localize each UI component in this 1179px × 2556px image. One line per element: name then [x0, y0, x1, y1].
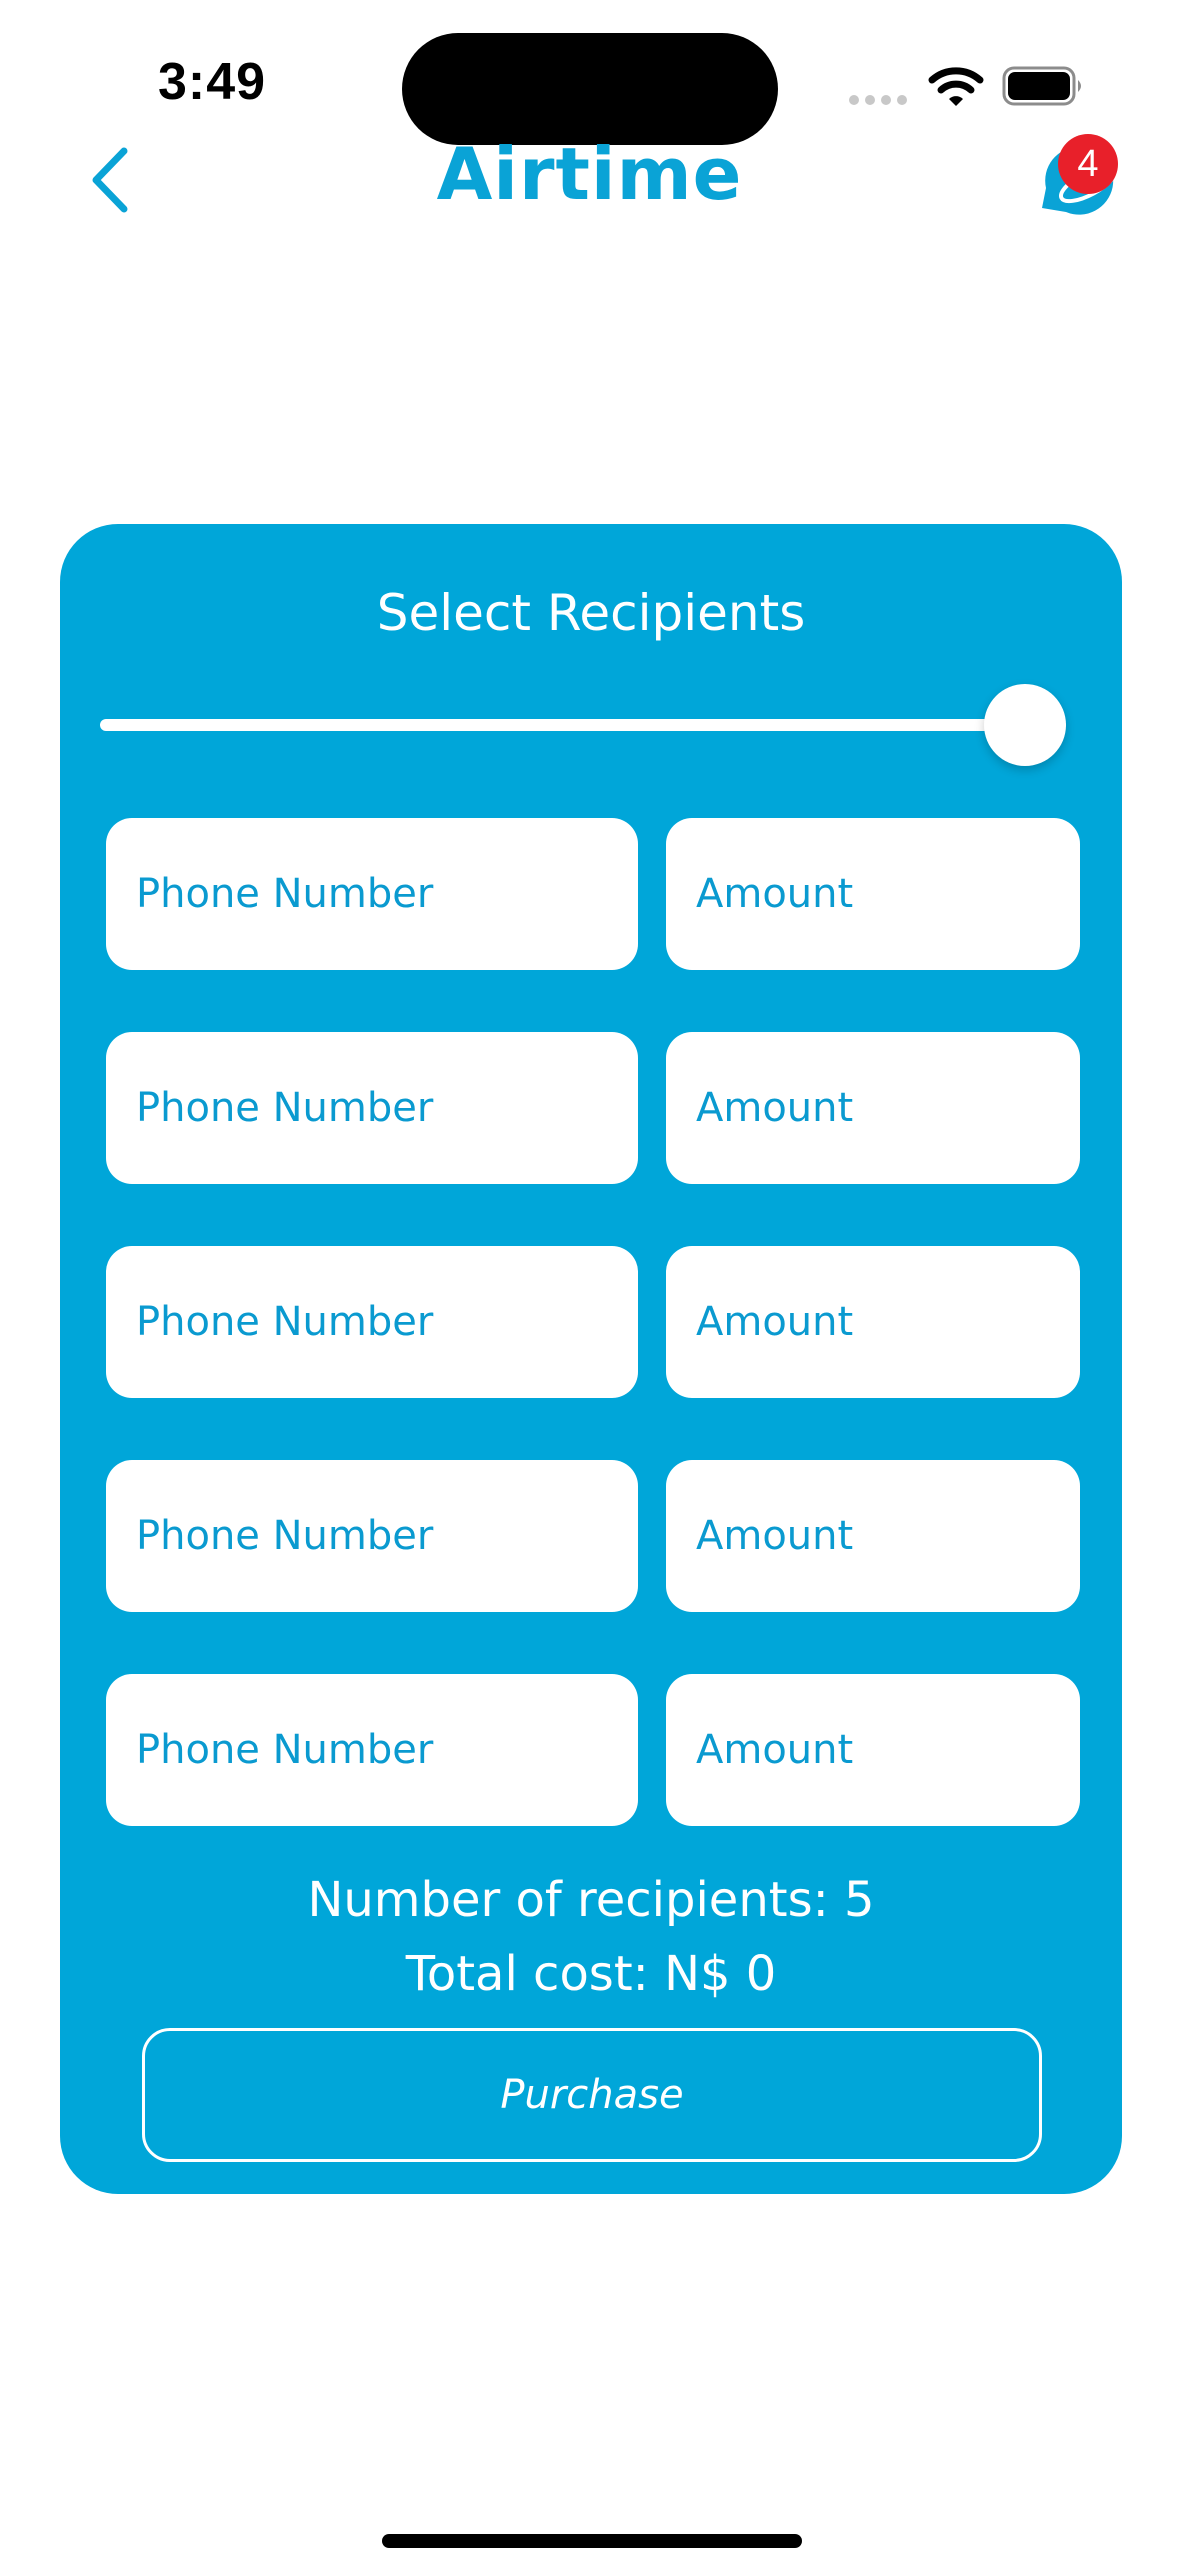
slider-track — [100, 719, 1066, 731]
recipients-count-text: Number of recipients: 5 — [307, 1872, 875, 1928]
recipient-row: Phone Number Amount — [106, 818, 1080, 970]
recipient-row: Phone Number Amount — [106, 1460, 1080, 1612]
notification-count-badge: 4 — [1058, 134, 1118, 194]
home-indicator — [382, 2534, 802, 2548]
recipients-slider[interactable] — [100, 684, 1066, 766]
amount-input[interactable]: Amount — [666, 818, 1080, 970]
recipient-row: Phone Number Amount — [106, 1246, 1080, 1398]
recipient-row: Phone Number Amount — [106, 1674, 1080, 1826]
cellular-signal-icon — [849, 95, 907, 105]
recipient-rows: Phone Number Amount Phone Number Amount … — [106, 818, 1080, 1888]
page-title: Airtime — [436, 132, 743, 216]
amount-input[interactable]: Amount — [666, 1460, 1080, 1612]
status-time: 3:49 — [158, 53, 267, 111]
amount-input[interactable]: Amount — [666, 1032, 1080, 1184]
wifi-icon — [928, 67, 984, 106]
dynamic-island — [402, 33, 778, 145]
amount-input[interactable]: Amount — [666, 1246, 1080, 1398]
amount-input[interactable]: Amount — [666, 1674, 1080, 1826]
total-cost-text: Total cost: N$ 0 — [405, 1946, 777, 2002]
purchase-button[interactable]: Purchase — [142, 2028, 1042, 2162]
recipients-card: Select Recipients Phone Number Amount Ph… — [60, 524, 1122, 2194]
phone-number-input[interactable]: Phone Number — [106, 1460, 638, 1612]
phone-number-input[interactable]: Phone Number — [106, 1032, 638, 1184]
phone-number-input[interactable]: Phone Number — [106, 1246, 638, 1398]
phone-number-input[interactable]: Phone Number — [106, 1674, 638, 1826]
recipient-row: Phone Number Amount — [106, 1032, 1080, 1184]
slider-thumb[interactable] — [984, 684, 1066, 766]
battery-icon — [1002, 66, 1081, 106]
card-title: Select Recipients — [376, 584, 806, 642]
phone-number-input[interactable]: Phone Number — [106, 818, 638, 970]
